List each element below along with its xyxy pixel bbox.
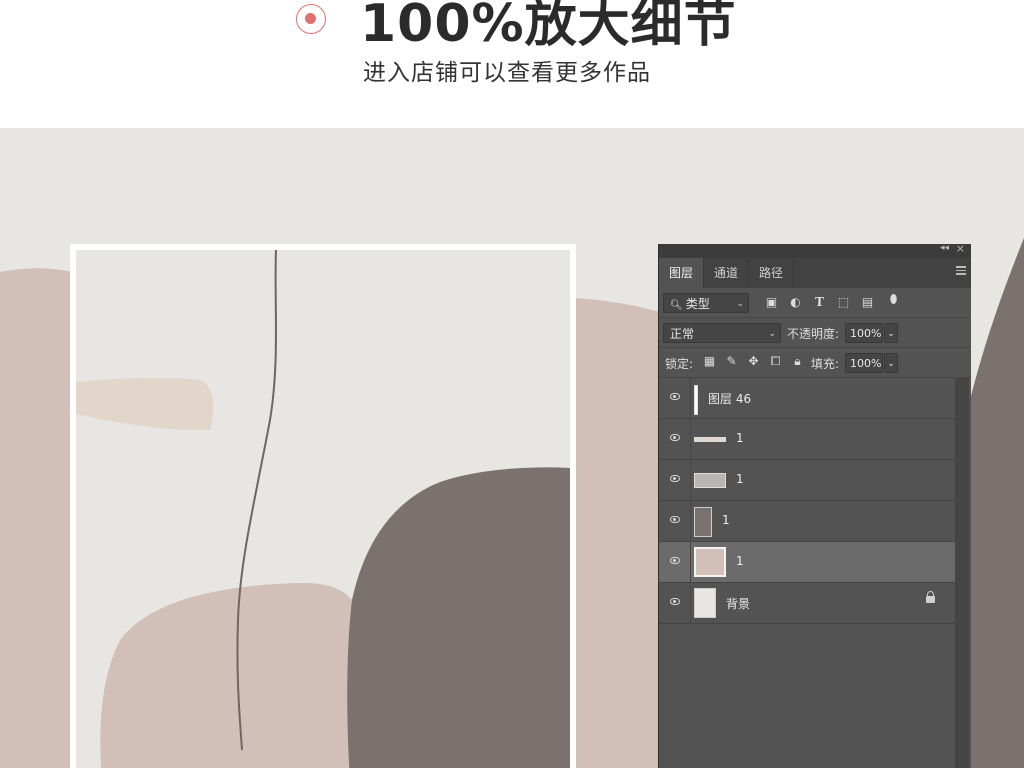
layer-row-selected[interactable]: 1 bbox=[659, 542, 955, 583]
lock-paint-icon[interactable]: ✎ bbox=[725, 355, 738, 368]
layer-row-background[interactable]: 背景 bbox=[659, 583, 955, 624]
divider bbox=[690, 460, 691, 500]
layer-row[interactable]: 1 bbox=[659, 501, 955, 542]
fill-input[interactable]: 100% bbox=[845, 353, 883, 373]
layer-name: 1 bbox=[736, 554, 744, 568]
lock-position-icon[interactable]: ✥ bbox=[747, 355, 760, 368]
layers-scrollbar[interactable] bbox=[955, 378, 969, 768]
layers-panel: ◂◂ × 图层 通道 路径 🔍︎ 类型 ⌄ ▣ ◐ T ⬚ ▤ ⬮ 正常 ⌄ 不透… bbox=[658, 242, 971, 768]
layer-row[interactable]: 1 bbox=[659, 419, 955, 460]
lock-artboard-icon[interactable]: ⧠ bbox=[769, 355, 782, 368]
chevron-down-icon: ⌄ bbox=[768, 329, 776, 339]
lock-all-icon[interactable]: 🔒︎ bbox=[791, 355, 804, 368]
eye-icon[interactable] bbox=[670, 516, 680, 523]
lock-icon bbox=[926, 591, 935, 603]
page-subtitle: 进入店铺可以查看更多作品 bbox=[363, 60, 651, 86]
eye-icon[interactable] bbox=[670, 434, 680, 441]
shape-filter-icon[interactable]: ⬚ bbox=[837, 296, 850, 309]
smart-object-filter-icon[interactable]: ▤ bbox=[861, 296, 874, 309]
search-icon: 🔍︎ bbox=[670, 300, 683, 311]
lock-transparent-icon[interactable]: ▦ bbox=[703, 355, 716, 368]
fill-dropdown[interactable]: ⌄ bbox=[884, 353, 898, 373]
fill-label: 填充: bbox=[811, 357, 840, 371]
layer-thumbnail bbox=[694, 507, 712, 537]
blend-row: 正常 ⌄ 不透明度: 100% ⌄ bbox=[659, 318, 971, 348]
filter-kind-select[interactable]: 🔍︎ 类型 ⌄ bbox=[663, 293, 749, 313]
divider bbox=[690, 583, 691, 623]
eye-icon[interactable] bbox=[670, 475, 680, 482]
opacity-dropdown[interactable]: ⌄ bbox=[884, 323, 898, 343]
type-filter-icon[interactable]: T bbox=[813, 296, 826, 309]
collapse-icon[interactable]: ◂◂ bbox=[940, 243, 949, 253]
close-icon[interactable]: × bbox=[956, 242, 965, 255]
layer-thumbnail bbox=[694, 547, 726, 577]
opacity-input[interactable]: 100% bbox=[845, 323, 883, 343]
header: 100%放大细节 进入店铺可以查看更多作品 bbox=[0, 0, 1024, 128]
adjustment-filter-icon[interactable]: ◐ bbox=[789, 296, 802, 309]
layer-name: 1 bbox=[736, 472, 744, 486]
filter-kind-label: 类型 bbox=[685, 297, 710, 311]
tab-channels[interactable]: 通道 bbox=[704, 258, 750, 288]
layer-name: 1 bbox=[722, 513, 730, 527]
blend-mode-select[interactable]: 正常 ⌄ bbox=[663, 323, 781, 343]
panel-tabs: 图层 通道 路径 bbox=[659, 258, 971, 288]
middle-blush-shape bbox=[576, 298, 660, 768]
layer-name: 背景 bbox=[726, 597, 751, 611]
layers-list: 图层 46 1 1 1 1 背景 bbox=[659, 378, 955, 624]
panel-menu-icon[interactable] bbox=[956, 266, 966, 275]
lock-row: 锁定: ▦ ✎ ✥ ⧠ 🔒︎ 填充: 100% ⌄ bbox=[659, 348, 971, 378]
layer-name: 1 bbox=[736, 431, 744, 445]
panel-topbar: ◂◂ × bbox=[659, 242, 971, 258]
layer-thumbnail bbox=[694, 385, 698, 415]
layer-thumbnail bbox=[694, 437, 726, 442]
eye-icon[interactable] bbox=[670, 393, 680, 400]
layer-row[interactable]: 图层 46 bbox=[659, 378, 955, 419]
layer-row[interactable]: 1 bbox=[659, 460, 955, 501]
filter-toggle-icon[interactable]: ⬮ bbox=[887, 293, 900, 306]
image-filter-icon[interactable]: ▣ bbox=[765, 296, 778, 309]
blend-mode-label: 正常 bbox=[670, 327, 695, 341]
filter-row: 🔍︎ 类型 ⌄ ▣ ◐ T ⬚ ▤ ⬮ bbox=[659, 288, 971, 318]
eye-icon[interactable] bbox=[670, 557, 680, 564]
lock-label: 锁定: bbox=[665, 357, 694, 371]
eye-icon[interactable] bbox=[670, 598, 680, 605]
layer-thumbnail bbox=[694, 473, 726, 488]
record-icon bbox=[296, 4, 326, 34]
page-title: 100%放大细节 bbox=[360, 0, 737, 54]
tab-layers[interactable]: 图层 bbox=[659, 258, 705, 288]
opacity-label: 不透明度: bbox=[787, 327, 840, 341]
chevron-down-icon: ⌄ bbox=[736, 299, 744, 309]
divider bbox=[690, 419, 691, 459]
divider bbox=[690, 501, 691, 541]
tab-paths[interactable]: 路径 bbox=[749, 258, 795, 288]
divider bbox=[690, 542, 691, 582]
divider bbox=[690, 378, 691, 418]
layer-thumbnail bbox=[694, 588, 716, 618]
layer-name: 图层 46 bbox=[708, 392, 752, 406]
left-blush-shape bbox=[0, 268, 72, 768]
